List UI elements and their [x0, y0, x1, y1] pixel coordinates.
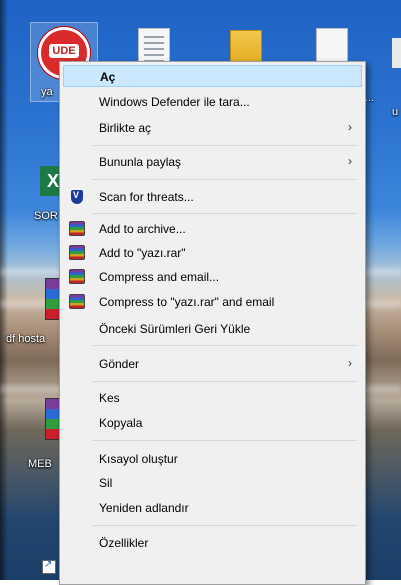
menu-separator	[92, 213, 357, 214]
menu-separator	[92, 145, 357, 146]
winrar-icon	[69, 294, 85, 310]
menu-item-delete[interactable]: Sil	[63, 472, 362, 494]
shield-icon	[69, 189, 85, 205]
desktop-icon-label: df hosta	[6, 333, 46, 345]
menu-separator	[92, 179, 357, 180]
menu-item-scan-threats[interactable]: Scan for threats...	[63, 186, 362, 208]
menu-item-defender-scan[interactable]: Windows Defender ile tara...	[63, 91, 362, 113]
menu-item-copy[interactable]: Kopyala	[63, 412, 362, 434]
menu-separator	[92, 345, 357, 346]
desktop-icon-label: MEB	[28, 458, 52, 470]
menu-separator	[92, 525, 357, 526]
shortcut-arrow-icon	[42, 559, 56, 574]
menu-separator	[92, 440, 357, 441]
desktop-icon-label: SOR	[34, 210, 58, 222]
menu-item-send-to[interactable]: Gönder ›	[63, 353, 362, 375]
document-icon[interactable]	[392, 38, 401, 68]
menu-item-share-with[interactable]: Bununla paylaş ›	[63, 151, 362, 173]
menu-item-create-shortcut[interactable]: Kısayol oluştur	[63, 448, 362, 470]
menu-item-restore-versions[interactable]: Önceki Sürümleri Geri Yükle	[63, 318, 362, 340]
desktop-icon-label: ...	[365, 92, 375, 104]
menu-separator	[92, 381, 357, 382]
chevron-right-icon: ›	[348, 154, 352, 168]
winrar-icon	[69, 269, 85, 285]
menu-item-rename[interactable]: Yeniden adlandır	[63, 497, 362, 519]
winrar-icon	[69, 245, 85, 261]
menu-item-add-to-rar[interactable]: Add to "yazı.rar"	[63, 242, 362, 264]
winrar-icon	[69, 221, 85, 237]
context-menu: Aç Windows Defender ile tara... Birlikte…	[59, 61, 366, 585]
desktop-icon-label: u	[392, 106, 399, 118]
menu-item-cut[interactable]: Kes	[63, 387, 362, 409]
chevron-right-icon: ›	[348, 120, 352, 134]
menu-item-properties[interactable]: Özellikler	[63, 532, 362, 554]
menu-item-compress-to-rar-email[interactable]: Compress to "yazı.rar" and email	[63, 291, 362, 313]
menu-item-open[interactable]: Aç	[63, 65, 362, 87]
menu-item-add-archive[interactable]: Add to archive...	[63, 218, 362, 240]
desktop-icon-label: ya	[41, 86, 53, 98]
chevron-right-icon: ›	[348, 356, 352, 370]
menu-item-open-with[interactable]: Birlikte aç ›	[63, 117, 362, 139]
menu-item-compress-email[interactable]: Compress and email...	[63, 266, 362, 288]
